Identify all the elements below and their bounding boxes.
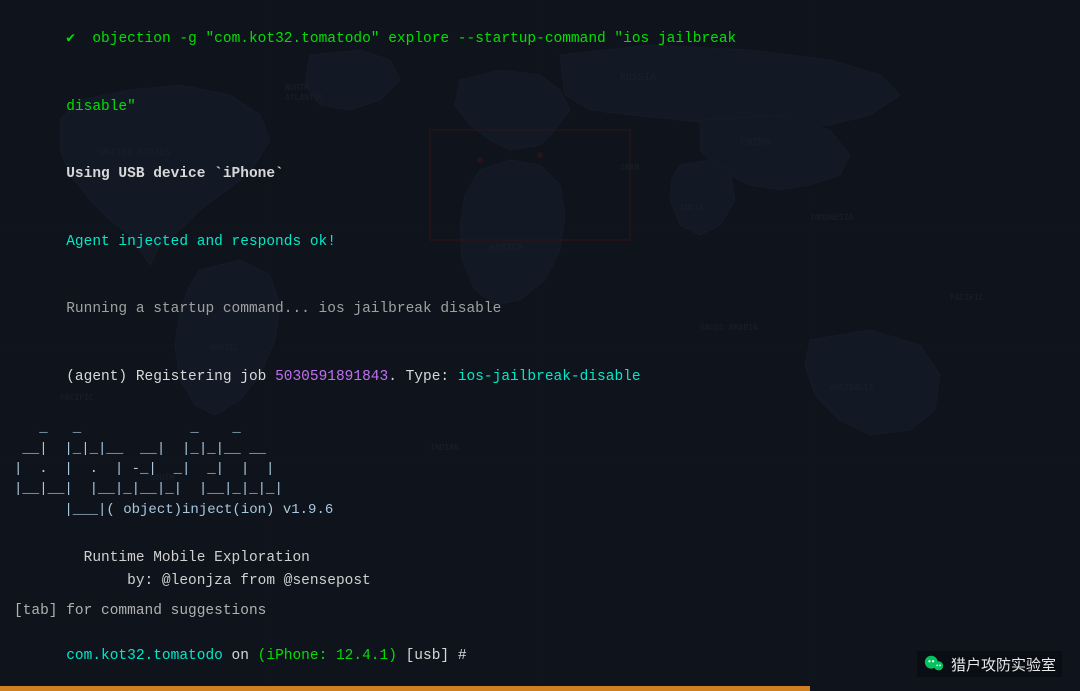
tab-hint-line: [tab] for command suggestions xyxy=(14,603,1066,619)
watermark: 猎户攻防实验室 xyxy=(917,651,1062,677)
runtime-info: Runtime Mobile Exploration by: @leonjza … xyxy=(14,524,1066,594)
ascii-banner: _ _ _ _ __| |_|_|__ __| |_|_|__ __ | . |… xyxy=(14,418,1066,519)
prompt1-app: com.kot32.tomatodo xyxy=(66,648,223,664)
watermark-text: 猎户攻防实验室 xyxy=(951,654,1056,675)
register-job-line: (agent) Registering job 5030591891843. T… xyxy=(14,343,1066,410)
terminal-window: UNITED STATES RUSSIA CHINA AFRICA AUSTRA… xyxy=(0,0,1080,691)
prompt1-usb: [usb] # xyxy=(397,648,475,664)
tab-hint-text: [tab] for command suggestions xyxy=(14,603,266,619)
usb-text: Using USB device `iPhone` xyxy=(66,166,284,182)
bottom-status-bar xyxy=(0,686,810,691)
agent-injected-text: Agent injected and responds ok! xyxy=(66,234,336,250)
prompt-line-1: com.kot32.tomatodo on (iPhone: 12.4.1) [… xyxy=(14,621,1066,691)
job-id: 5030591891843 xyxy=(275,369,388,385)
type-label: . Type: xyxy=(388,369,458,385)
prompt1-on: on xyxy=(223,648,258,664)
prompt1-device: (iPhone: 12.4.1) xyxy=(258,648,397,664)
startup-cmd-line: Running a startup command... ios jailbre… xyxy=(14,276,1066,343)
terminal-content: ✔ objection -g "com.kot32.tomatodo" expl… xyxy=(0,0,1080,691)
registering-text: (agent) Registering job xyxy=(66,369,275,385)
startup-cmd-text: Running a startup command... ios jailbre… xyxy=(66,301,501,317)
cmd-line-1: ✔ objection -g "com.kot32.tomatodo" expl… xyxy=(14,6,1066,73)
checkmark: ✔ objection -g "com.kot32.tomatodo" expl… xyxy=(66,31,736,47)
wechat-icon xyxy=(923,653,945,675)
usb-line: Using USB device `iPhone` xyxy=(14,141,1066,208)
cmd-line-1-cont: disable" xyxy=(14,73,1066,140)
agent-injected-line: Agent injected and responds ok! xyxy=(14,208,1066,275)
job-type: ios-jailbreak-disable xyxy=(458,369,641,385)
cmd-continuation: disable" xyxy=(66,99,136,115)
